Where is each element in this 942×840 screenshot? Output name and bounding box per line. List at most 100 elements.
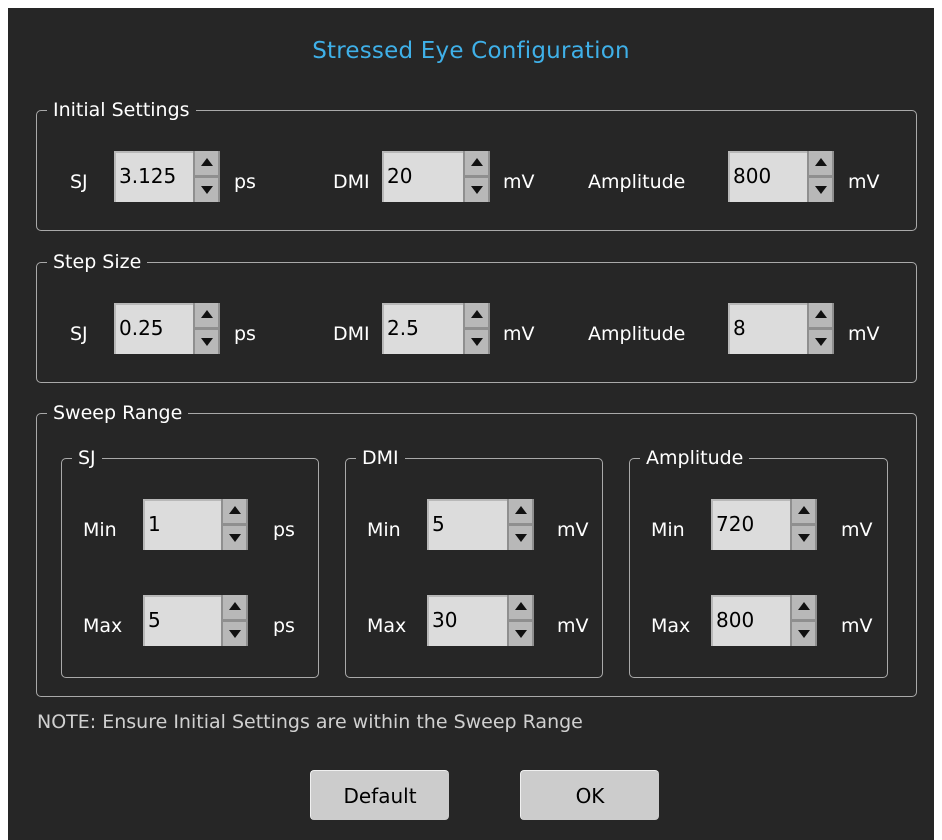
sweep-amplitude-max-label: Max xyxy=(651,615,691,637)
step-amplitude-increment[interactable] xyxy=(809,303,832,327)
sweep-dmi-min-unit: mV xyxy=(557,519,589,541)
sweep-dmi-legend: DMI xyxy=(356,446,405,470)
initial-dmi-spin-buttons xyxy=(463,151,490,202)
sweep-dmi-min-increment[interactable] xyxy=(509,499,532,523)
step-amplitude-label: Amplitude xyxy=(588,323,686,345)
initial-sj-input[interactable]: 3.125 xyxy=(114,151,194,202)
step-amplitude-spin-buttons xyxy=(807,303,834,354)
arrow-up-icon xyxy=(515,602,527,610)
arrow-up-icon xyxy=(815,158,827,166)
arrow-down-icon xyxy=(798,630,810,638)
arrow-up-icon xyxy=(798,506,810,514)
sweep-amplitude-max-increment[interactable] xyxy=(792,595,815,619)
initial-sj-decrement[interactable] xyxy=(195,178,218,202)
arrow-up-icon xyxy=(471,310,483,318)
step-sj-spin-buttons xyxy=(193,303,220,354)
arrow-down-icon xyxy=(229,534,241,542)
sweep-sj-max-label: Max xyxy=(83,615,123,637)
initial-amplitude-spin-buttons xyxy=(807,151,834,202)
sweep-amplitude-min-unit: mV xyxy=(841,519,873,541)
dialog-title: Stressed Eye Configuration xyxy=(312,38,630,64)
step-sj-label: SJ xyxy=(70,323,88,345)
arrow-up-icon xyxy=(229,506,241,514)
arrow-up-icon xyxy=(471,158,483,166)
arrow-down-icon xyxy=(471,186,483,194)
sweep-dmi-min-label: Min xyxy=(367,519,401,541)
step-dmi-spin-buttons xyxy=(463,303,490,354)
sweep-amplitude-max-decrement[interactable] xyxy=(792,622,815,646)
step-dmi-increment[interactable] xyxy=(465,303,488,327)
step-dmi-label: DMI xyxy=(333,323,370,345)
arrow-down-icon xyxy=(471,338,483,346)
arrow-down-icon xyxy=(815,186,827,194)
initial-sj-label: SJ xyxy=(70,171,88,193)
sweep-sj-min-decrement[interactable] xyxy=(223,526,246,550)
sweep-sj-max-unit: ps xyxy=(273,615,295,637)
step-dmi-input[interactable]: 2.5 xyxy=(382,303,464,354)
sweep-amplitude-min-decrement[interactable] xyxy=(792,526,815,550)
sweep-amplitude-min-input[interactable]: 720 xyxy=(711,499,791,550)
sweep-amplitude-max-spin-buttons xyxy=(790,595,817,646)
ok-button[interactable]: OK xyxy=(520,770,659,820)
sweep-amplitude-min-increment[interactable] xyxy=(792,499,815,523)
initial-amplitude-decrement[interactable] xyxy=(809,178,832,202)
sweep-sj-max-spin-buttons xyxy=(221,595,248,646)
sweep-amplitude-max-input[interactable]: 800 xyxy=(711,595,791,646)
initial-sj-spin-buttons xyxy=(193,151,220,202)
sweep-sj-max-input[interactable]: 5 xyxy=(143,595,222,646)
arrow-down-icon xyxy=(815,338,827,346)
arrow-up-icon xyxy=(201,158,213,166)
initial-amplitude-increment[interactable] xyxy=(809,151,832,175)
sweep-amplitude-max-unit: mV xyxy=(841,615,873,637)
arrow-down-icon xyxy=(515,534,527,542)
sweep-amplitude-min-label: Min xyxy=(651,519,685,541)
initial-amplitude-input[interactable]: 800 xyxy=(728,151,808,202)
initial-dmi-input[interactable]: 20 xyxy=(382,151,464,202)
sweep-dmi-min-input[interactable]: 5 xyxy=(427,499,508,550)
step-sj-increment[interactable] xyxy=(195,303,218,327)
arrow-down-icon xyxy=(201,186,213,194)
arrow-down-icon xyxy=(201,338,213,346)
sweep-dmi-max-decrement[interactable] xyxy=(509,622,532,646)
step-amplitude-unit: mV xyxy=(848,323,880,345)
sweep-dmi-max-input[interactable]: 30 xyxy=(427,595,508,646)
initial-dmi-label: DMI xyxy=(333,171,370,193)
initial-sj-unit: ps xyxy=(234,171,256,193)
step-sj-input[interactable]: 0.25 xyxy=(114,303,194,354)
initial-dmi-decrement[interactable] xyxy=(465,178,488,202)
sweep-sj-min-increment[interactable] xyxy=(223,499,246,523)
initial-settings-legend: Initial Settings xyxy=(47,98,196,122)
initial-amplitude-unit: mV xyxy=(848,171,880,193)
step-sj-unit: ps xyxy=(234,323,256,345)
arrow-up-icon xyxy=(515,506,527,514)
step-dmi-unit: mV xyxy=(503,323,535,345)
arrow-down-icon xyxy=(515,630,527,638)
arrow-up-icon xyxy=(798,602,810,610)
sweep-dmi-min-spin-buttons xyxy=(507,499,534,550)
sweep-sj-min-label: Min xyxy=(83,519,117,541)
sweep-amplitude-min-spin-buttons xyxy=(790,499,817,550)
initial-sj-increment[interactable] xyxy=(195,151,218,175)
initial-dmi-increment[interactable] xyxy=(465,151,488,175)
sweep-sj-max-decrement[interactable] xyxy=(223,622,246,646)
arrow-down-icon xyxy=(229,630,241,638)
sweep-dmi-min-decrement[interactable] xyxy=(509,526,532,550)
step-amplitude-decrement[interactable] xyxy=(809,330,832,354)
step-amplitude-input[interactable]: 8 xyxy=(728,303,808,354)
sweep-dmi-max-spin-buttons xyxy=(507,595,534,646)
initial-amplitude-label: Amplitude xyxy=(588,171,686,193)
initial-dmi-unit: mV xyxy=(503,171,535,193)
default-button[interactable]: Default xyxy=(310,770,449,820)
sweep-sj-min-input[interactable]: 1 xyxy=(143,499,222,550)
sweep-amplitude-legend: Amplitude xyxy=(640,446,750,470)
step-size-legend: Step Size xyxy=(47,250,148,274)
sweep-dmi-max-unit: mV xyxy=(557,615,589,637)
sweep-sj-legend: SJ xyxy=(72,446,102,470)
arrow-up-icon xyxy=(229,602,241,610)
sweep-dmi-max-increment[interactable] xyxy=(509,595,532,619)
sweep-sj-min-spin-buttons xyxy=(221,499,248,550)
sweep-sj-min-unit: ps xyxy=(273,519,295,541)
step-dmi-decrement[interactable] xyxy=(465,330,488,354)
step-sj-decrement[interactable] xyxy=(195,330,218,354)
sweep-sj-max-increment[interactable] xyxy=(223,595,246,619)
